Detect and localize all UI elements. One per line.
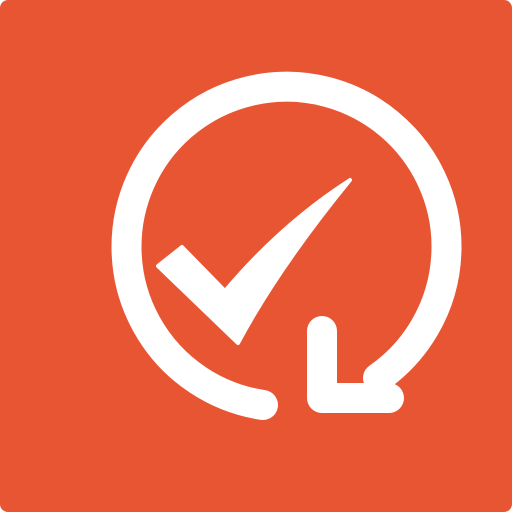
- app-icon: [0, 0, 512, 512]
- recurring-task-check-icon: [0, 0, 512, 512]
